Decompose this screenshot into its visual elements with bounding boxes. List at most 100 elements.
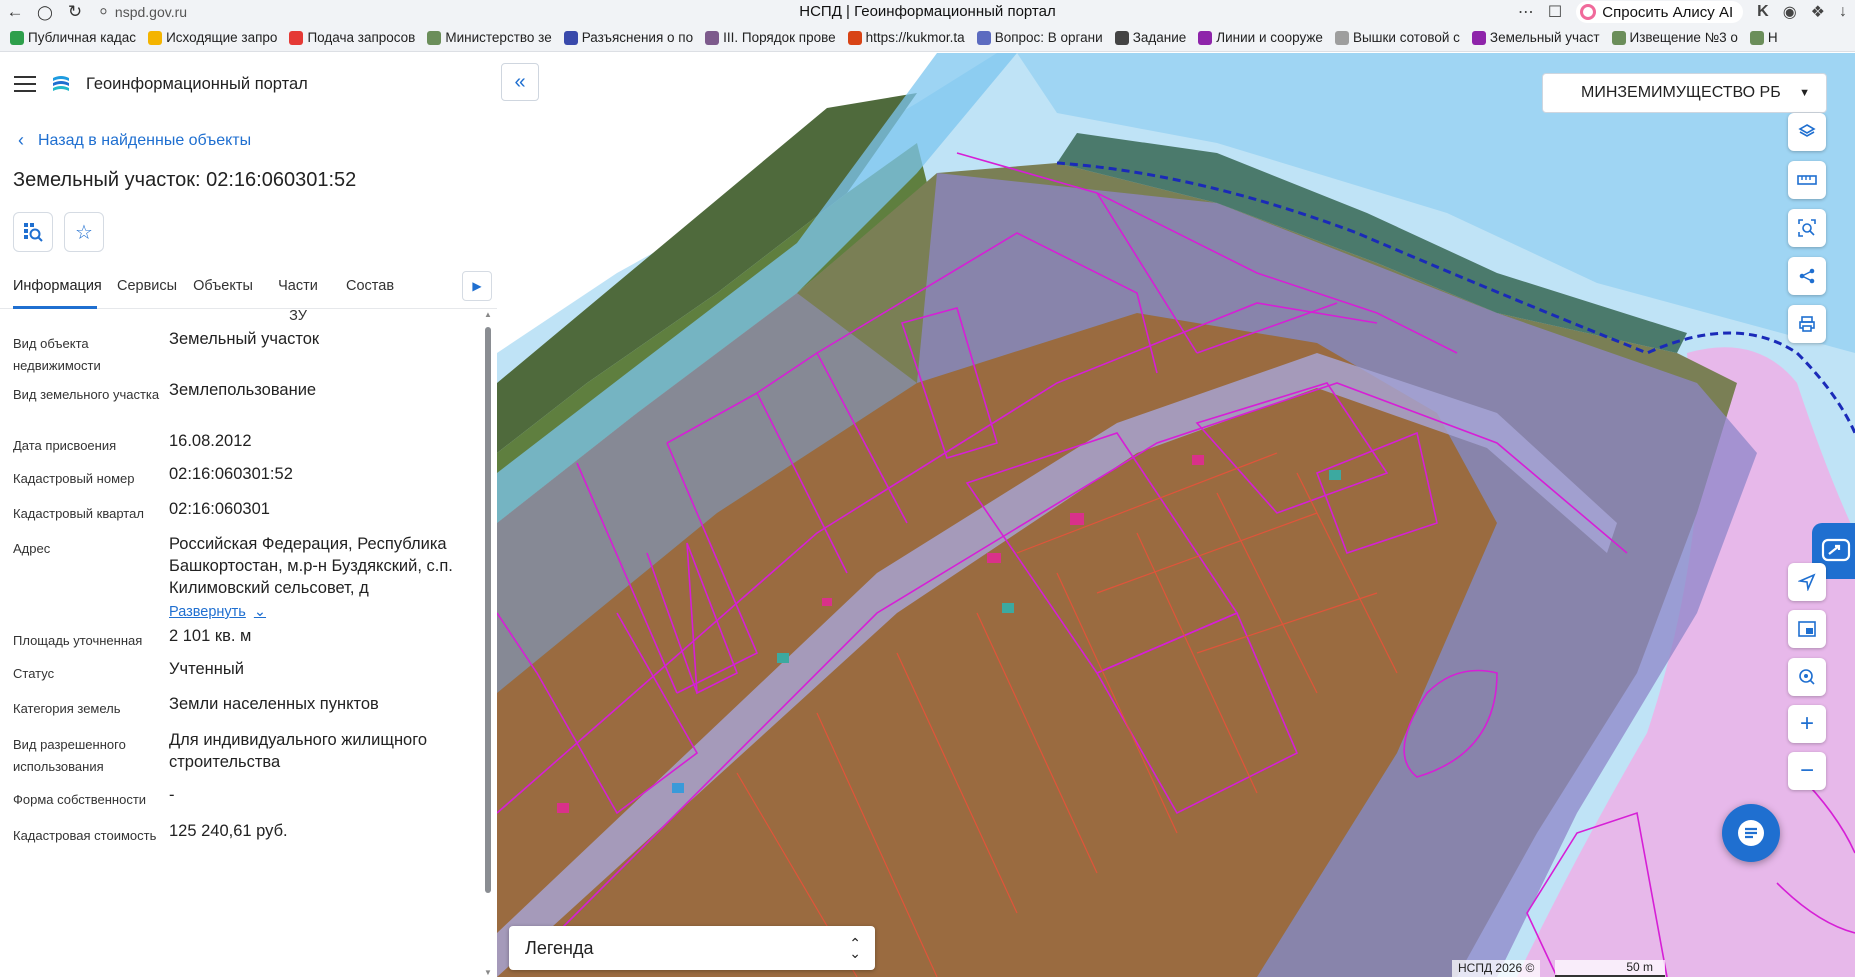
map-view[interactable]: « МИНЗЕМИМУЩЕСТВО РБ ▼ + − Легенда ⌃ ⌄ Н… (497, 53, 1855, 977)
property-value-text: Земли населенных пунктов (169, 695, 379, 713)
bookmarks-bar: Публичная кадас Исходящие запро Подача зап… (0, 24, 1855, 52)
tab-2[interactable]: Объекты (193, 271, 253, 309)
property-value: 125 240,61 руб. (169, 820, 484, 842)
bookmark-label: Разъяснения о по (581, 30, 694, 45)
tab-4[interactable]: Состав (346, 271, 394, 309)
bookmark-favicon-icon (976, 30, 991, 45)
more-icon[interactable]: ⋯ (1518, 2, 1534, 22)
search-by-point-button[interactable] (1788, 658, 1826, 696)
locate-object-icon (24, 223, 43, 242)
property-value: Российская Федерация, Республика Башкорт… (169, 533, 484, 623)
back-link-label: Назад в найденные объекты (38, 131, 252, 149)
geolocation-button[interactable] (1788, 563, 1826, 601)
scroll-up-icon[interactable]: ▲ (484, 311, 492, 319)
chevron-down-icon: ⌄ (253, 604, 267, 620)
extensions-icon[interactable]: ❖ (1811, 2, 1825, 22)
tab-bar: Информация Сервисы Объекты Части ЗУ Состав (0, 271, 497, 324)
property-value: 16.08.2012 (169, 430, 484, 452)
bookmark-label: Линии и сооруже (1216, 30, 1323, 45)
property-value-text: Для индивидуального жилищного строительс… (169, 731, 428, 771)
bookmark-favicon-icon (427, 30, 442, 45)
scroll-thumb[interactable] (485, 327, 491, 893)
menu-icon[interactable] (14, 76, 36, 92)
bookmark-label: Вопрос: В органи (994, 30, 1103, 45)
bookmark-item[interactable]: Разъяснения о по (563, 30, 694, 45)
bookmark-item[interactable]: Задание (1114, 30, 1186, 45)
bookmark-item[interactable]: Министерство зе (427, 30, 552, 45)
portal-logo-icon (53, 76, 69, 91)
property-label: Категория земель (13, 701, 121, 716)
favorite-button[interactable]: ☆ (64, 212, 104, 252)
map-attribution: НСПД 2026 © (1452, 960, 1541, 977)
bookmark-item[interactable]: Вышки сотовой с (1334, 30, 1460, 45)
properties-scrollbar[interactable]: ▲ ▼ (484, 311, 492, 977)
bookmark-item[interactable]: Линии и сооруже (1198, 30, 1323, 45)
property-value: Учтенный (169, 658, 484, 680)
zoom-to-object-button[interactable] (13, 212, 53, 252)
bookmark-favicon-icon (1334, 30, 1349, 45)
scale-bar: 50 m (1555, 960, 1665, 977)
back-arrow-icon[interactable]: ← (0, 0, 30, 24)
legend-panel[interactable]: Легенда ⌃ ⌄ (509, 926, 875, 970)
bookmark-item[interactable]: Извещение №3 о (1611, 30, 1738, 45)
tab-0[interactable]: Информация (13, 271, 102, 309)
plus-icon: + (1799, 710, 1814, 737)
bookmark-favicon-icon (148, 30, 163, 45)
chat-button[interactable] (1722, 804, 1780, 862)
property-label: Вид земельного участка (13, 387, 160, 402)
zoom-out-button[interactable]: − (1788, 752, 1826, 790)
alice-button[interactable]: Спросить Алису AI (1576, 1, 1744, 23)
bookmark-favicon-icon (1749, 30, 1764, 45)
bookmark-label: Вышки сотовой с (1352, 30, 1460, 45)
extension-shield-icon[interactable]: ◉ (1783, 2, 1797, 22)
organization-select[interactable]: МИНЗЕМИМУЩЕСТВО РБ ▼ (1542, 73, 1827, 113)
bookmark-item[interactable]: Подача запросов (289, 30, 415, 45)
property-value-text: 16.08.2012 (169, 432, 252, 450)
bookmark-favicon-icon (705, 30, 720, 45)
expand-address-link[interactable]: Развернуть ⌄ (169, 601, 484, 623)
bookmark-item[interactable]: III. Порядок прове (705, 30, 836, 45)
measure-button[interactable] (1788, 161, 1826, 199)
layers-icon (1798, 124, 1816, 137)
property-label: Кадастровая стоимость (13, 828, 157, 843)
yandex-icon[interactable]: ◯ (30, 0, 60, 24)
tabs-next-button[interactable]: ▶ (462, 271, 492, 301)
feedback-icon (1821, 538, 1851, 562)
property-value: 02:16:060301 (169, 498, 484, 520)
bookmark-icon[interactable]: ☐ (1548, 2, 1562, 22)
map-canvas[interactable] (497, 53, 1855, 977)
bookmark-item[interactable]: Вопрос: В органи (976, 30, 1103, 45)
bookmark-item[interactable]: Земельный участ (1471, 30, 1600, 45)
scroll-down-icon[interactable]: ▼ (484, 969, 492, 977)
tab-3[interactable]: Части ЗУ (268, 271, 328, 324)
bookmark-item[interactable]: Публичная кадас (10, 30, 136, 45)
bookmark-item[interactable]: Исходящие запро (148, 30, 277, 45)
property-value: Земли населенных пунктов (169, 693, 484, 715)
bookmark-label: Исходящие запро (166, 30, 278, 45)
bookmark-favicon-icon (1471, 30, 1486, 45)
minimap-button[interactable] (1788, 610, 1826, 648)
property-value-text: 2 101 кв. м (169, 627, 252, 645)
site-info-icon[interactable]: ⚪ (98, 4, 109, 20)
extension-k-icon[interactable]: K (1757, 3, 1769, 21)
zoom-in-button[interactable]: + (1788, 705, 1826, 743)
print-button[interactable] (1788, 305, 1826, 343)
minus-icon: − (1799, 757, 1814, 784)
back-to-results-link[interactable]: ‹ Назад в найденные объекты (18, 130, 251, 151)
layers-button[interactable] (1788, 113, 1826, 151)
reload-icon[interactable]: ↻ (60, 0, 90, 24)
property-value-text: Учтенный (169, 660, 244, 678)
share-button[interactable] (1788, 257, 1826, 295)
area-search-button[interactable] (1788, 209, 1826, 247)
bookmark-item[interactable]: Н (1749, 30, 1778, 45)
collapse-panel-button[interactable]: « (501, 63, 539, 101)
portal-title: Геоинформационный портал (86, 74, 308, 93)
bookmark-label: Публичная кадас (28, 30, 137, 45)
property-value: Землепользование (169, 379, 484, 401)
bookmark-item[interactable]: https://kukmor.ta (847, 30, 965, 45)
property-label: Статус (13, 666, 55, 681)
address-bar[interactable]: ⚪ nspd.gov.ru (98, 4, 187, 20)
downloads-icon[interactable]: ↓ (1839, 3, 1847, 21)
bookmark-favicon-icon (10, 30, 24, 45)
tab-1[interactable]: Сервисы (117, 271, 177, 309)
